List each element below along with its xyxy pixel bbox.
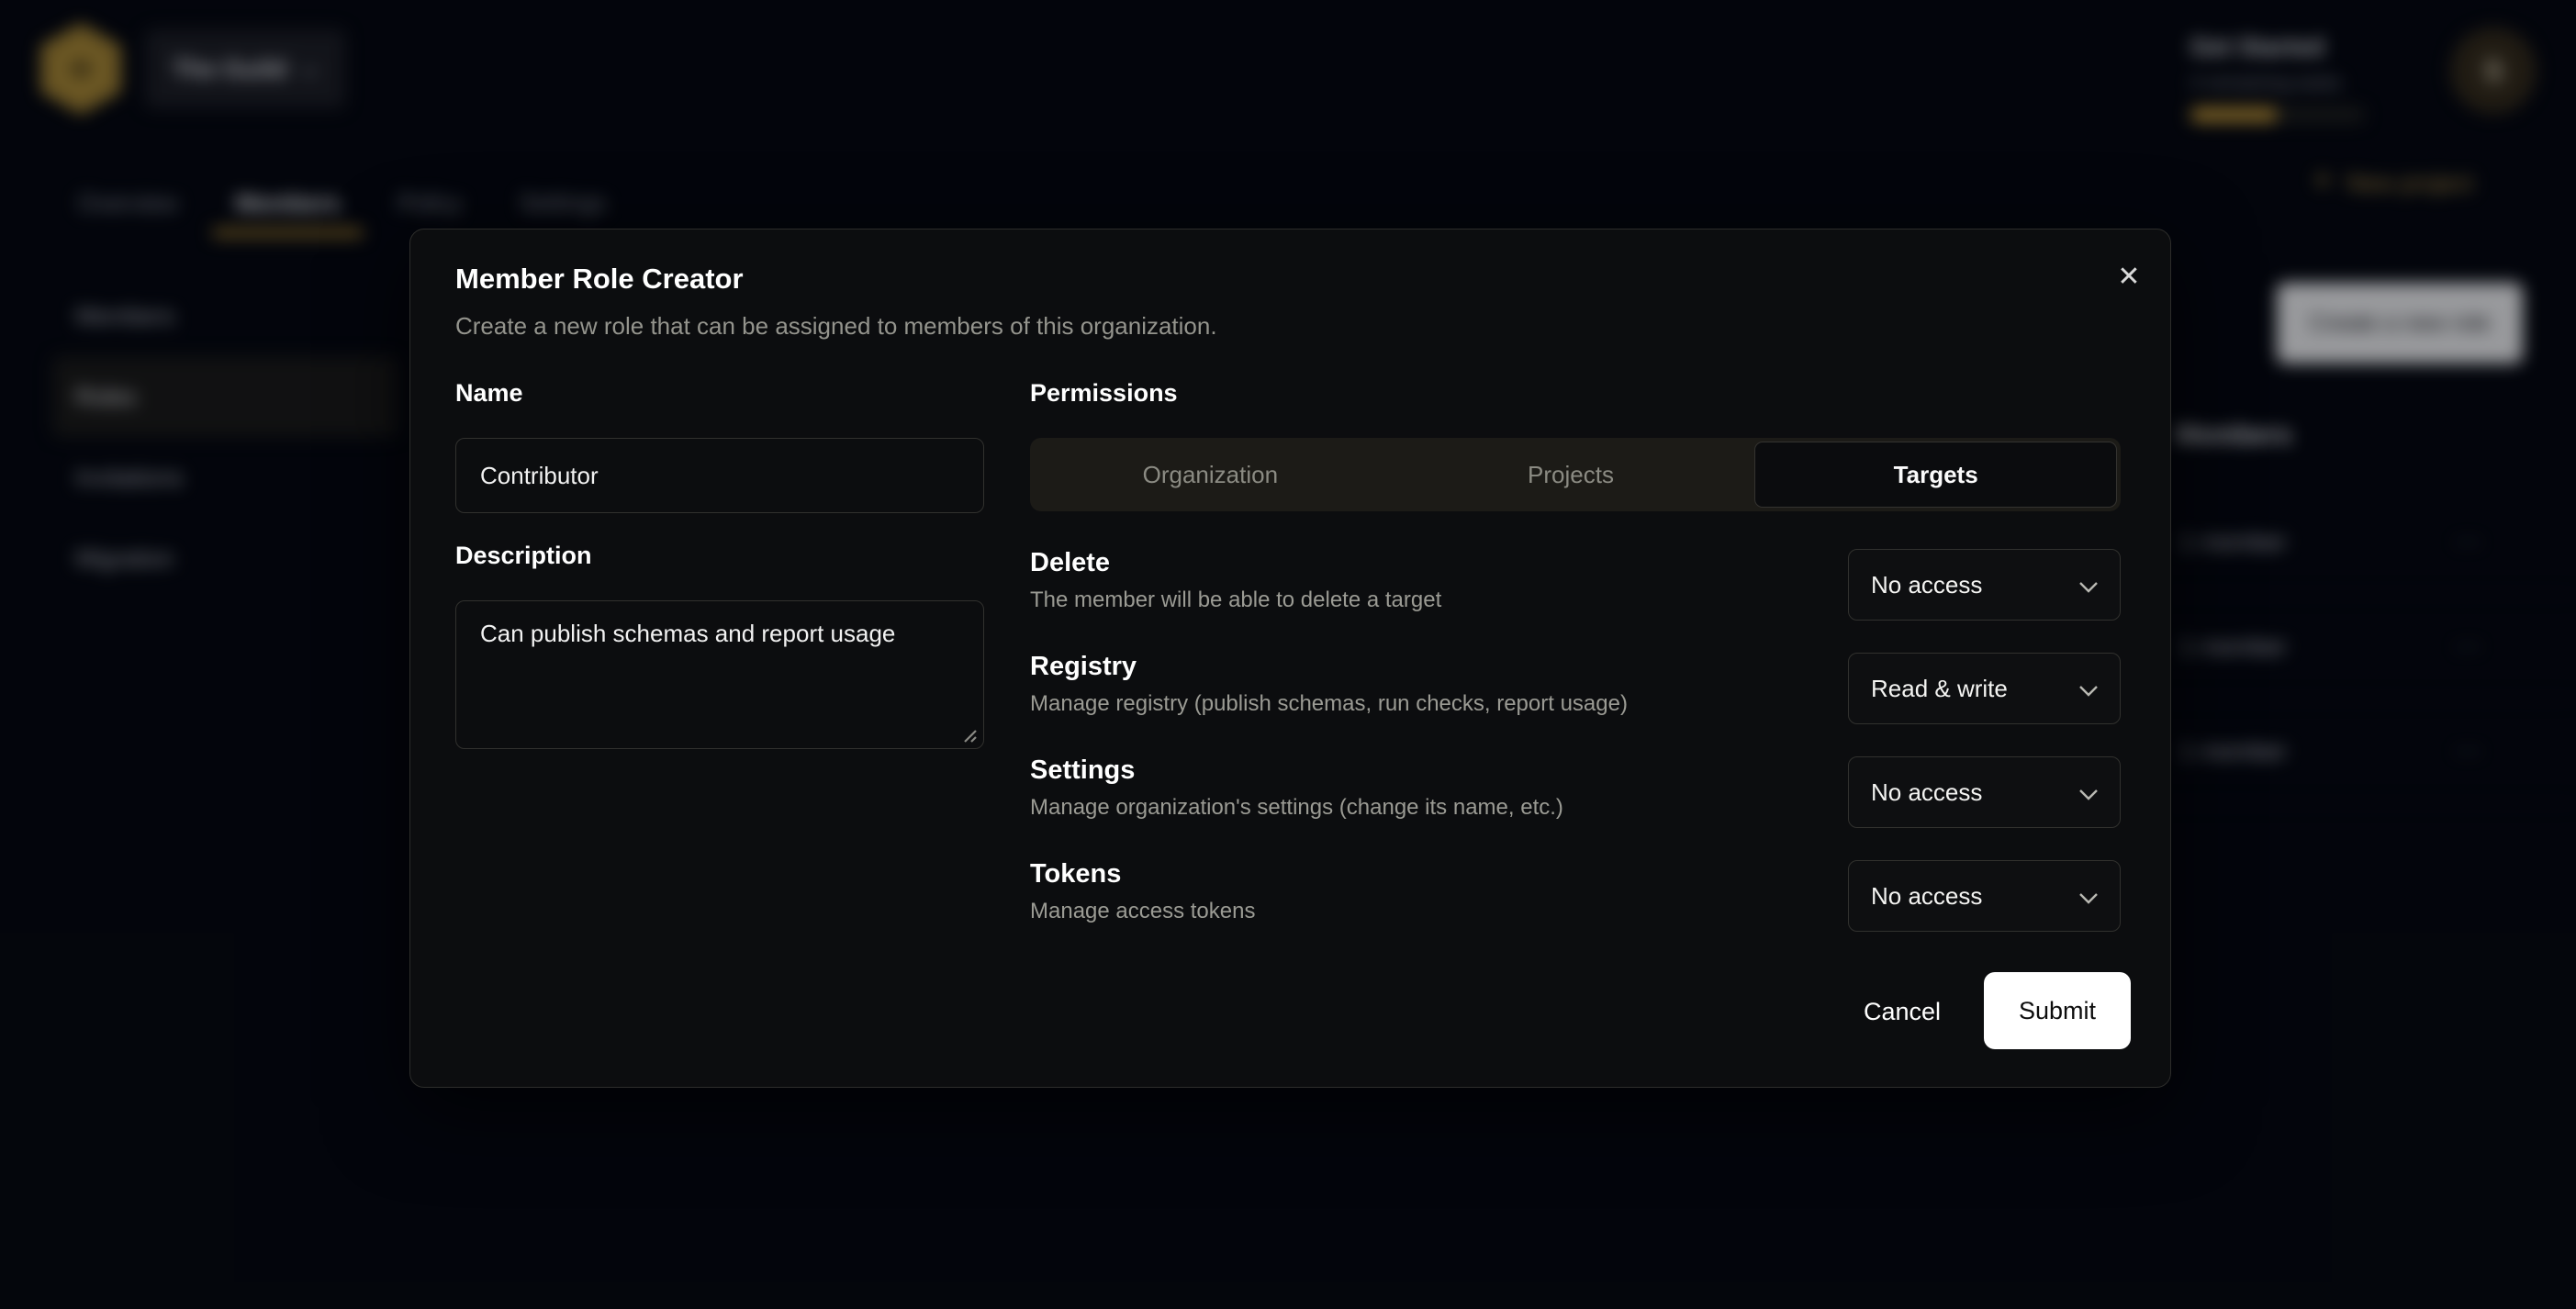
sidebar-item-invitations[interactable]: Invitations bbox=[52, 437, 398, 518]
permission-text: Settings Manage organization's settings … bbox=[1030, 756, 1563, 821]
sidebar-item-label: Roles bbox=[75, 383, 136, 411]
role-description-textarea[interactable]: Can publish schemas and report usage bbox=[455, 600, 984, 749]
role-row[interactable]: 1 member ⋯ bbox=[2157, 490, 2576, 595]
roles-list-members-heading: Members bbox=[2175, 420, 2291, 451]
select-value: No access bbox=[1871, 778, 1982, 807]
permission-description: Manage access tokens bbox=[1030, 899, 1255, 924]
permission-title: Delete bbox=[1030, 549, 1441, 578]
select-value: No access bbox=[1871, 571, 1982, 599]
role-members-count: 1 member bbox=[2179, 528, 2287, 556]
sidebar-item-label: Migration bbox=[75, 544, 174, 573]
chevron-down-icon bbox=[2079, 675, 2098, 703]
chevron-down-icon bbox=[301, 55, 318, 84]
user-avatar-initial: S bbox=[2483, 54, 2503, 88]
permissions-tab-label: Targets bbox=[1894, 461, 1978, 489]
permissions-rows: Delete The member will be able to delete… bbox=[1030, 549, 2121, 964]
permission-description: Manage organization's settings (change i… bbox=[1030, 795, 1563, 821]
permissions-tab-projects[interactable]: Projects bbox=[1391, 438, 1752, 511]
hive-logo-icon[interactable] bbox=[41, 24, 120, 114]
get-started-progress-track bbox=[2190, 107, 2365, 122]
sidebar-item-roles[interactable]: Roles bbox=[52, 356, 398, 437]
tab-members-label: Members bbox=[235, 189, 340, 217]
sidebar-item-members[interactable]: Members bbox=[52, 275, 398, 356]
tab-members[interactable]: Members bbox=[212, 174, 363, 238]
dialog-title: Member Role Creator bbox=[455, 263, 744, 296]
permission-text: Tokens Manage access tokens bbox=[1030, 860, 1255, 924]
chevron-down-icon bbox=[2079, 571, 2098, 599]
sidebar-item-migration[interactable]: Migration bbox=[52, 518, 398, 599]
delete-access-select[interactable]: No access bbox=[1848, 549, 2121, 621]
settings-access-select[interactable]: No access bbox=[1848, 756, 2121, 828]
permissions-tab-label: Organization bbox=[1143, 461, 1278, 489]
select-value: Read & write bbox=[1871, 675, 2008, 703]
submit-button[interactable]: Submit bbox=[1984, 972, 2131, 1049]
permissions-tab-targets[interactable]: Targets bbox=[1754, 442, 2117, 508]
role-name-input[interactable] bbox=[455, 438, 984, 513]
permission-row-delete: Delete The member will be able to delete… bbox=[1030, 549, 2121, 653]
new-project-label: New project bbox=[2346, 169, 2472, 197]
permission-title: Registry bbox=[1030, 653, 1628, 682]
select-value: No access bbox=[1871, 882, 1982, 911]
create-new-role-label: Create a new role bbox=[2309, 310, 2490, 337]
member-role-creator-dialog: ✕ Member Role Creator Create a new role … bbox=[409, 229, 2171, 1088]
plus-icon bbox=[2312, 169, 2334, 197]
permission-title: Settings bbox=[1030, 756, 1563, 786]
tab-overview-label: Overview bbox=[78, 189, 177, 217]
permission-row-tokens: Tokens Manage access tokens No access bbox=[1030, 860, 2121, 964]
permission-description: Manage registry (publish schemas, run ch… bbox=[1030, 691, 1628, 717]
permission-text: Registry Manage registry (publish schema… bbox=[1030, 653, 1628, 717]
tab-policy-label: Policy bbox=[398, 189, 462, 217]
get-started-subtitle: 4 remaining tasks bbox=[2190, 73, 2484, 95]
name-field-label: Name bbox=[455, 379, 523, 408]
role-members-count: 1 member bbox=[2179, 737, 2287, 766]
permissions-tab-organization[interactable]: Organization bbox=[1030, 438, 1391, 511]
get-started-progress-fill bbox=[2190, 107, 2278, 122]
permission-title: Tokens bbox=[1030, 860, 1255, 889]
registry-access-select[interactable]: Read & write bbox=[1848, 653, 2121, 724]
tab-overview[interactable]: Overview bbox=[55, 174, 200, 238]
role-row[interactable]: 1 member ⋯ bbox=[2157, 595, 2576, 699]
app-window: The Guild Get Started 4 remaining tasks … bbox=[0, 0, 2576, 1309]
close-icon[interactable]: ✕ bbox=[2111, 259, 2147, 296]
roles-list: 1 member ⋯ 1 member ⋯ 1 member ⋯ bbox=[2157, 490, 2576, 804]
org-switcher-button[interactable]: The Guild bbox=[145, 29, 345, 108]
chevron-down-icon bbox=[2079, 778, 2098, 807]
get-started-widget[interactable]: Get Started 4 remaining tasks bbox=[2190, 33, 2484, 122]
dialog-subtitle: Create a new role that can be assigned t… bbox=[455, 312, 1217, 341]
chevron-down-icon bbox=[2079, 882, 2098, 911]
role-row-menu-icon[interactable]: ⋯ bbox=[2454, 631, 2484, 663]
permission-row-registry: Registry Manage registry (publish schema… bbox=[1030, 653, 2121, 756]
permission-description: The member will be able to delete a targ… bbox=[1030, 587, 1441, 613]
org-switcher-label: The Guild bbox=[173, 55, 287, 84]
new-project-button[interactable]: New project bbox=[2312, 169, 2472, 197]
tokens-access-select[interactable]: No access bbox=[1848, 860, 2121, 932]
permission-text: Delete The member will be able to delete… bbox=[1030, 549, 1441, 613]
active-tab-underline bbox=[212, 228, 363, 238]
create-new-role-button[interactable]: Create a new role bbox=[2277, 283, 2523, 364]
role-row-menu-icon[interactable]: ⋯ bbox=[2454, 735, 2484, 767]
permissions-label: Permissions bbox=[1030, 379, 1178, 408]
permissions-tablist: Organization Projects Targets bbox=[1030, 438, 2121, 511]
role-row-menu-icon[interactable]: ⋯ bbox=[2454, 526, 2484, 558]
members-page-sidebar: Members Roles Invitations Migration bbox=[52, 275, 398, 599]
role-members-count: 1 member bbox=[2179, 632, 2287, 661]
sidebar-item-label: Members bbox=[75, 302, 174, 330]
cancel-button[interactable]: Cancel bbox=[1824, 973, 1980, 1050]
sidebar-item-label: Invitations bbox=[75, 464, 183, 492]
user-avatar[interactable]: S bbox=[2450, 28, 2537, 114]
description-field-label: Description bbox=[455, 542, 592, 570]
permissions-tab-label: Projects bbox=[1528, 461, 1614, 489]
get-started-title: Get Started bbox=[2190, 33, 2484, 62]
permission-row-settings: Settings Manage organization's settings … bbox=[1030, 756, 2121, 860]
tab-settings-label: Settings bbox=[520, 189, 606, 217]
role-row[interactable]: 1 member ⋯ bbox=[2157, 699, 2576, 804]
